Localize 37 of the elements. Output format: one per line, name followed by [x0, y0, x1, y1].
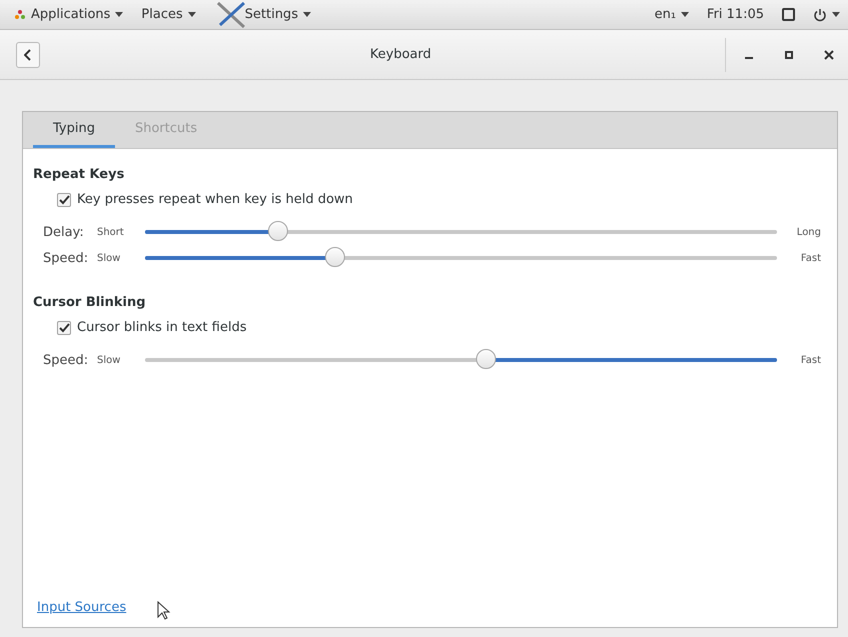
caret-icon	[832, 12, 840, 17]
tab[interactable]: Typing	[33, 112, 115, 148]
slider-thumb[interactable]	[476, 349, 496, 369]
apps-icon	[14, 8, 26, 20]
slider-label: Speed:	[42, 352, 90, 368]
section-title: Cursor Blinking	[33, 295, 147, 310]
min-label: Slow	[97, 252, 122, 264]
max-label: Fast	[800, 354, 821, 366]
language-indicator[interactable]: en₁	[654, 7, 676, 22]
caret-icon	[115, 12, 124, 17]
checkbox[interactable]	[57, 320, 71, 334]
slider-label: Delay:	[42, 224, 85, 240]
clock[interactable]: Fri 11:05	[706, 7, 764, 22]
input-sources-link[interactable]: Input Sources	[37, 600, 126, 615]
menu-label[interactable]: Settings	[244, 7, 298, 22]
checkbox[interactable]	[57, 192, 71, 206]
caret-icon	[303, 12, 312, 17]
menu-label[interactable]: Places	[141, 7, 183, 22]
slider-thumb[interactable]	[268, 221, 288, 241]
max-label: Fast	[800, 252, 821, 264]
slider-label: Speed:	[42, 250, 90, 266]
back-icon	[24, 48, 32, 60]
power-icon[interactable]	[813, 8, 827, 22]
menu-label[interactable]: Applications	[31, 7, 110, 22]
caret-icon	[188, 12, 196, 17]
window-title: Keyboard	[369, 47, 432, 62]
checkbox-label: Cursor blinks in text fields	[77, 320, 247, 335]
section-title: Repeat Keys	[33, 167, 126, 182]
slider-thumb[interactable]	[324, 247, 345, 267]
min-label: Short	[97, 226, 125, 238]
max-label: Long	[796, 226, 821, 238]
min-label: Slow	[97, 354, 122, 366]
back-button[interactable]	[16, 42, 40, 68]
checkbox-label: Key presses repeat when key is held down	[77, 192, 353, 207]
window-icon[interactable]	[782, 8, 795, 21]
caret-icon	[680, 12, 689, 17]
pointer-icon	[157, 601, 171, 621]
